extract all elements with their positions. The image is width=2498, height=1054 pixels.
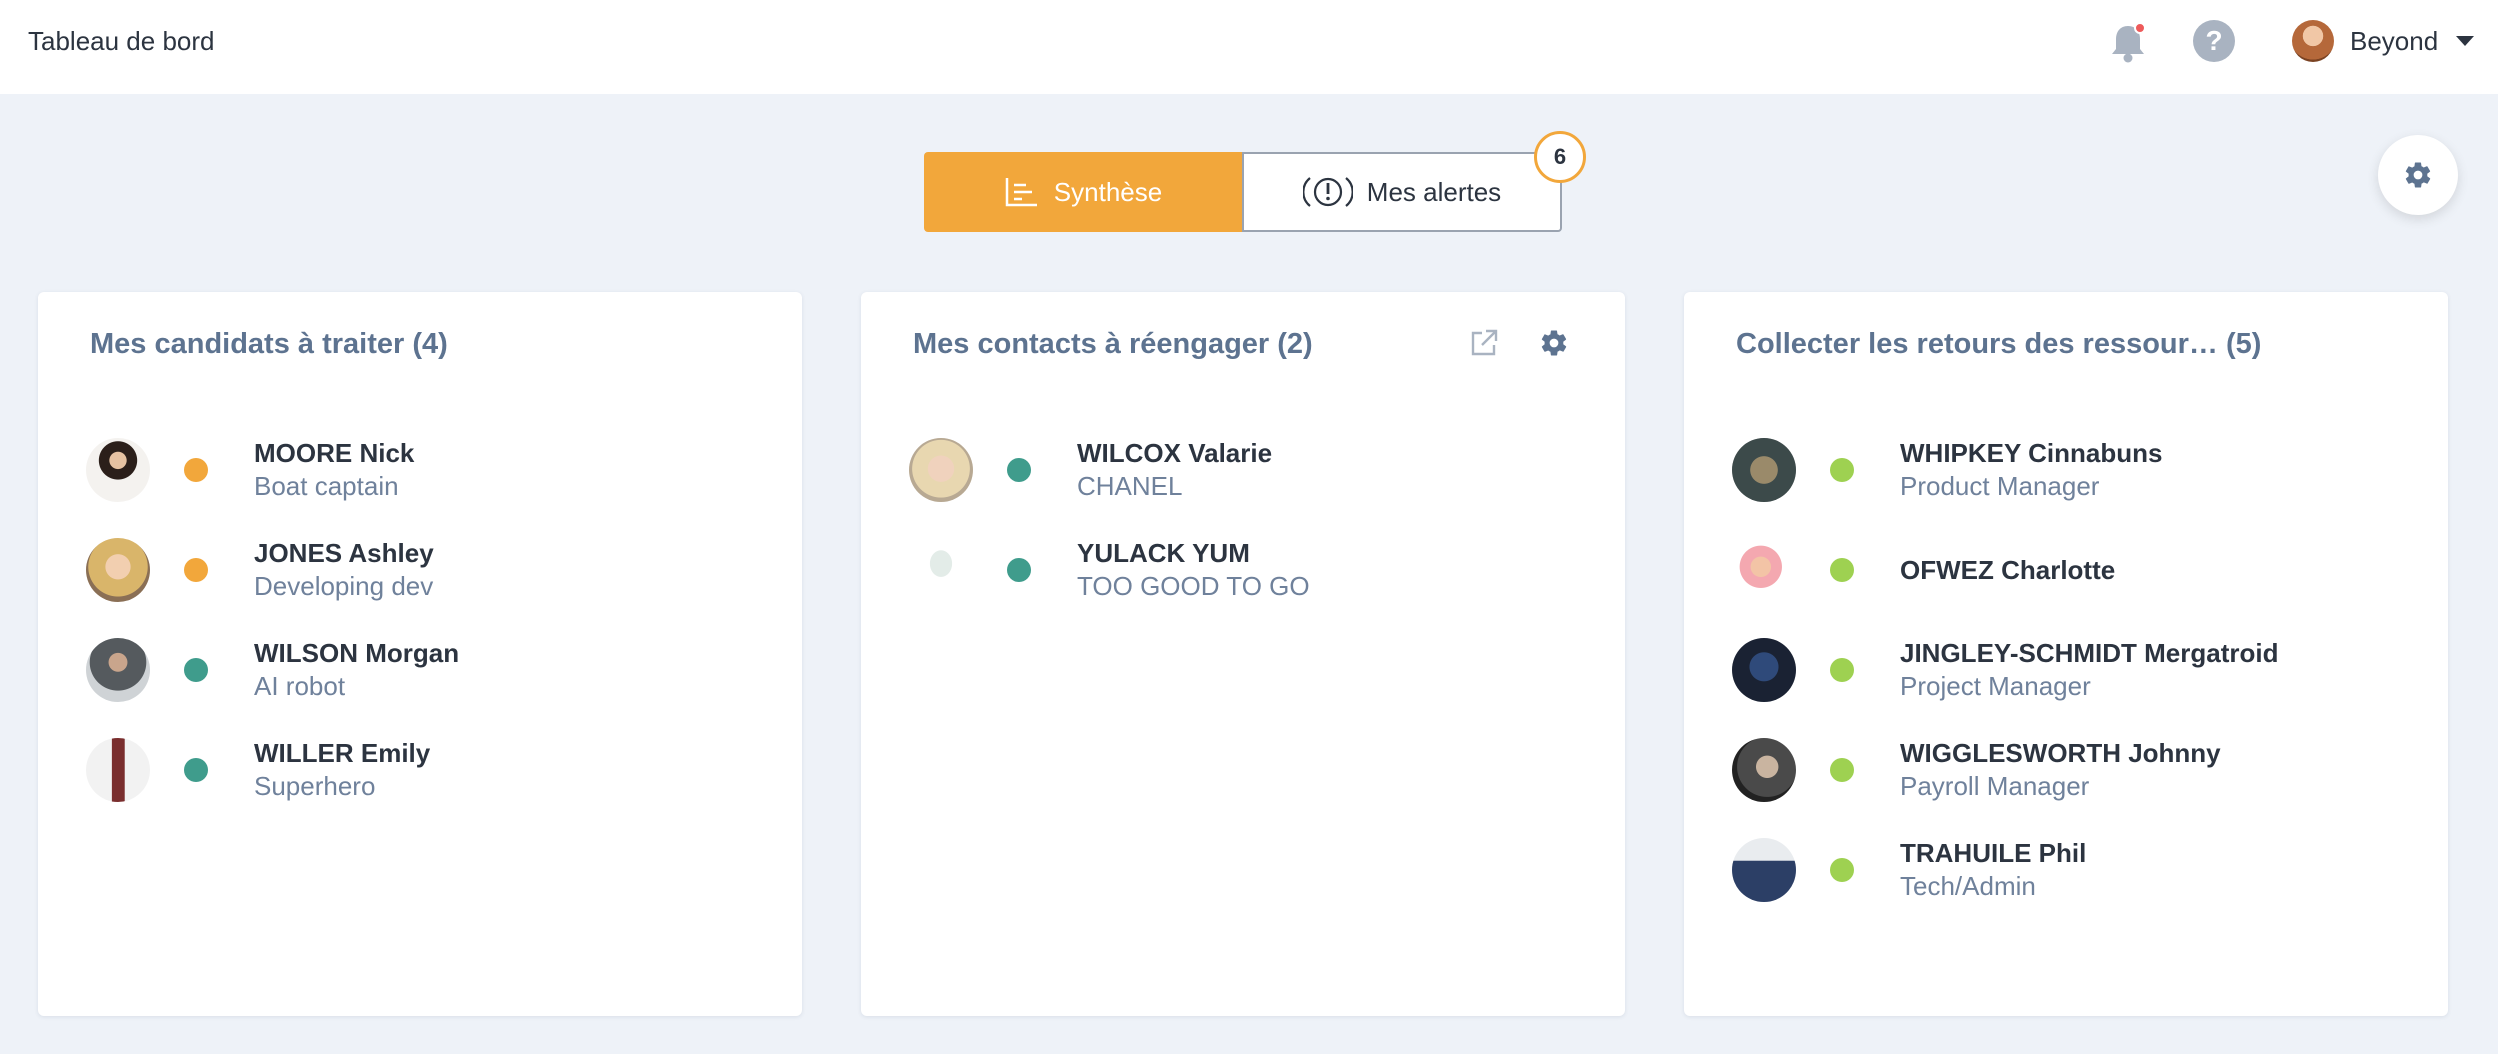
card-retours-ressources: Collecter les retours des ressour… (5) W…	[1684, 292, 2448, 1016]
item-name: WHIPKEY Cinnabuns	[1900, 438, 2163, 468]
item-subtitle: Boat captain	[254, 471, 399, 501]
list-item-text[interactable]: WILLER Emily Superhero	[254, 737, 430, 803]
avatar	[909, 538, 973, 602]
list-item[interactable]: JINGLEY-SCHMIDT Mergatroid Project Manag…	[1732, 620, 2278, 720]
avatar	[86, 538, 150, 602]
avatar	[1732, 738, 1796, 802]
card-title: Mes contacts à réengager (2)	[913, 328, 1313, 360]
user-name: Beyond	[2350, 25, 2439, 56]
list-item[interactable]: MOORE Nick Boat captain	[86, 420, 459, 520]
status-dot	[1830, 858, 1854, 882]
tab-mes-alertes-label: Mes alertes	[1366, 176, 1502, 207]
card-candidats: Mes candidats à traiter (4) MOORE Nick B…	[38, 292, 802, 1016]
status-dot	[1830, 658, 1854, 682]
card-actions	[1469, 328, 1569, 363]
item-subtitle: CHANEL	[1077, 471, 1183, 501]
chart-icon	[1005, 178, 1037, 207]
item-name: JINGLEY-SCHMIDT Mergatroid	[1900, 638, 2279, 668]
list-item[interactable]: TRAHUILE Phil Tech/Admin	[1732, 820, 2278, 920]
user-menu[interactable]: Beyond	[2292, 20, 2475, 62]
item-subtitle: Superhero	[254, 771, 376, 801]
list-item[interactable]: WHIPKEY Cinnabuns Product Manager	[1732, 420, 2278, 520]
avatar	[2292, 20, 2334, 62]
top-bar: Tableau de bord ? Beyond	[0, 0, 2498, 94]
tab-synthese[interactable]: Synthèse	[924, 152, 1242, 232]
status-dot	[1830, 558, 1854, 582]
avatar	[1732, 638, 1796, 702]
item-name: YULACK YUM	[1077, 538, 1250, 568]
avatar	[86, 638, 150, 702]
dashboard-settings-button[interactable]	[2378, 135, 2458, 215]
list-item-text[interactable]: JONES Ashley Developing dev	[254, 537, 434, 603]
status-dot	[1830, 758, 1854, 782]
gear-icon	[2405, 162, 2431, 188]
list-item-text[interactable]: WHIPKEY Cinnabuns Product Manager	[1900, 437, 2162, 503]
tab-synthese-label: Synthèse	[1053, 176, 1163, 207]
resource-list: WHIPKEY Cinnabuns Product Manager OFWEZ …	[1732, 420, 2278, 920]
list-item-text[interactable]: WIGGLESWORTH Johnny Payroll Manager	[1900, 737, 2221, 803]
avatar	[909, 438, 973, 502]
item-name: WILCOX Valarie	[1077, 438, 1273, 468]
card-title: Mes candidats à traiter (4)	[90, 328, 448, 360]
status-dot	[184, 658, 208, 682]
item-subtitle: TOO GOOD TO GO	[1077, 571, 1310, 601]
status-dot	[184, 558, 208, 582]
status-dot	[184, 458, 208, 482]
list-item[interactable]: YULACK YUM TOO GOOD TO GO	[909, 520, 1310, 620]
alerts-count-badge: 6	[1534, 131, 1586, 183]
status-dot	[1007, 558, 1031, 582]
page-title: Tableau de bord	[28, 26, 215, 56]
list-item[interactable]: WIGGLESWORTH Johnny Payroll Manager	[1732, 720, 2278, 820]
item-name: WILLER Emily	[254, 738, 431, 768]
list-item-text[interactable]: YULACK YUM TOO GOOD TO GO	[1077, 537, 1310, 603]
avatar	[1732, 438, 1796, 502]
list-item[interactable]: WILCOX Valarie CHANEL	[909, 420, 1310, 520]
tab-mes-alertes[interactable]: Mes alertes	[1242, 152, 1562, 232]
avatar	[1732, 538, 1796, 602]
item-subtitle: Developing dev	[254, 571, 434, 601]
item-name: MOORE Nick	[254, 438, 415, 468]
item-subtitle: Tech/Admin	[1900, 871, 2036, 901]
list-item-text[interactable]: OFWEZ Charlotte	[1900, 554, 2115, 586]
item-name: WILSON Morgan	[254, 638, 460, 668]
item-name: JONES Ashley	[254, 538, 434, 568]
item-subtitle: Payroll Manager	[1900, 771, 2090, 801]
list-item-text[interactable]: WILSON Morgan AI robot	[254, 637, 459, 703]
gear-icon[interactable]	[1539, 328, 1569, 363]
alert-icon	[1302, 177, 1353, 207]
item-name: OFWEZ Charlotte	[1900, 555, 2116, 585]
list-item[interactable]: WILLER Emily Superhero	[86, 720, 459, 820]
avatar	[86, 438, 150, 502]
item-subtitle: Product Manager	[1900, 471, 2100, 501]
list-item-text[interactable]: WILCOX Valarie CHANEL	[1077, 437, 1272, 503]
status-dot	[184, 758, 208, 782]
item-subtitle: AI robot	[254, 671, 346, 701]
avatar	[1732, 838, 1796, 902]
card-title: Collecter les retours des ressour… (5)	[1736, 328, 2262, 360]
notification-dot	[2134, 22, 2146, 34]
help-icon[interactable]: ?	[2193, 20, 2235, 62]
status-dot	[1007, 458, 1031, 482]
contact-list: WILCOX Valarie CHANEL YULACK YUM TOO GOO…	[909, 420, 1310, 620]
list-item-text[interactable]: JINGLEY-SCHMIDT Mergatroid Project Manag…	[1900, 637, 2278, 703]
list-item-text[interactable]: TRAHUILE Phil Tech/Admin	[1900, 837, 2086, 903]
item-name: TRAHUILE Phil	[1900, 838, 2087, 868]
external-link-icon[interactable]	[1469, 328, 1499, 363]
chevron-down-icon	[2456, 36, 2475, 46]
view-tabs: Synthèse Mes alertes	[924, 152, 1562, 232]
item-subtitle: Project Manager	[1900, 671, 2091, 701]
list-item[interactable]: OFWEZ Charlotte	[1732, 520, 2278, 620]
candidate-list: MOORE Nick Boat captain JONES Ashley Dev…	[86, 420, 459, 820]
list-item[interactable]: JONES Ashley Developing dev	[86, 520, 459, 620]
card-contacts: Mes contacts à réengager (2) WILCOX Vala…	[861, 292, 1625, 1016]
list-item[interactable]: WILSON Morgan AI robot	[86, 620, 459, 720]
item-name: WIGGLESWORTH Johnny	[1900, 738, 2221, 768]
status-dot	[1830, 458, 1854, 482]
list-item-text[interactable]: MOORE Nick Boat captain	[254, 437, 414, 503]
avatar	[86, 738, 150, 802]
